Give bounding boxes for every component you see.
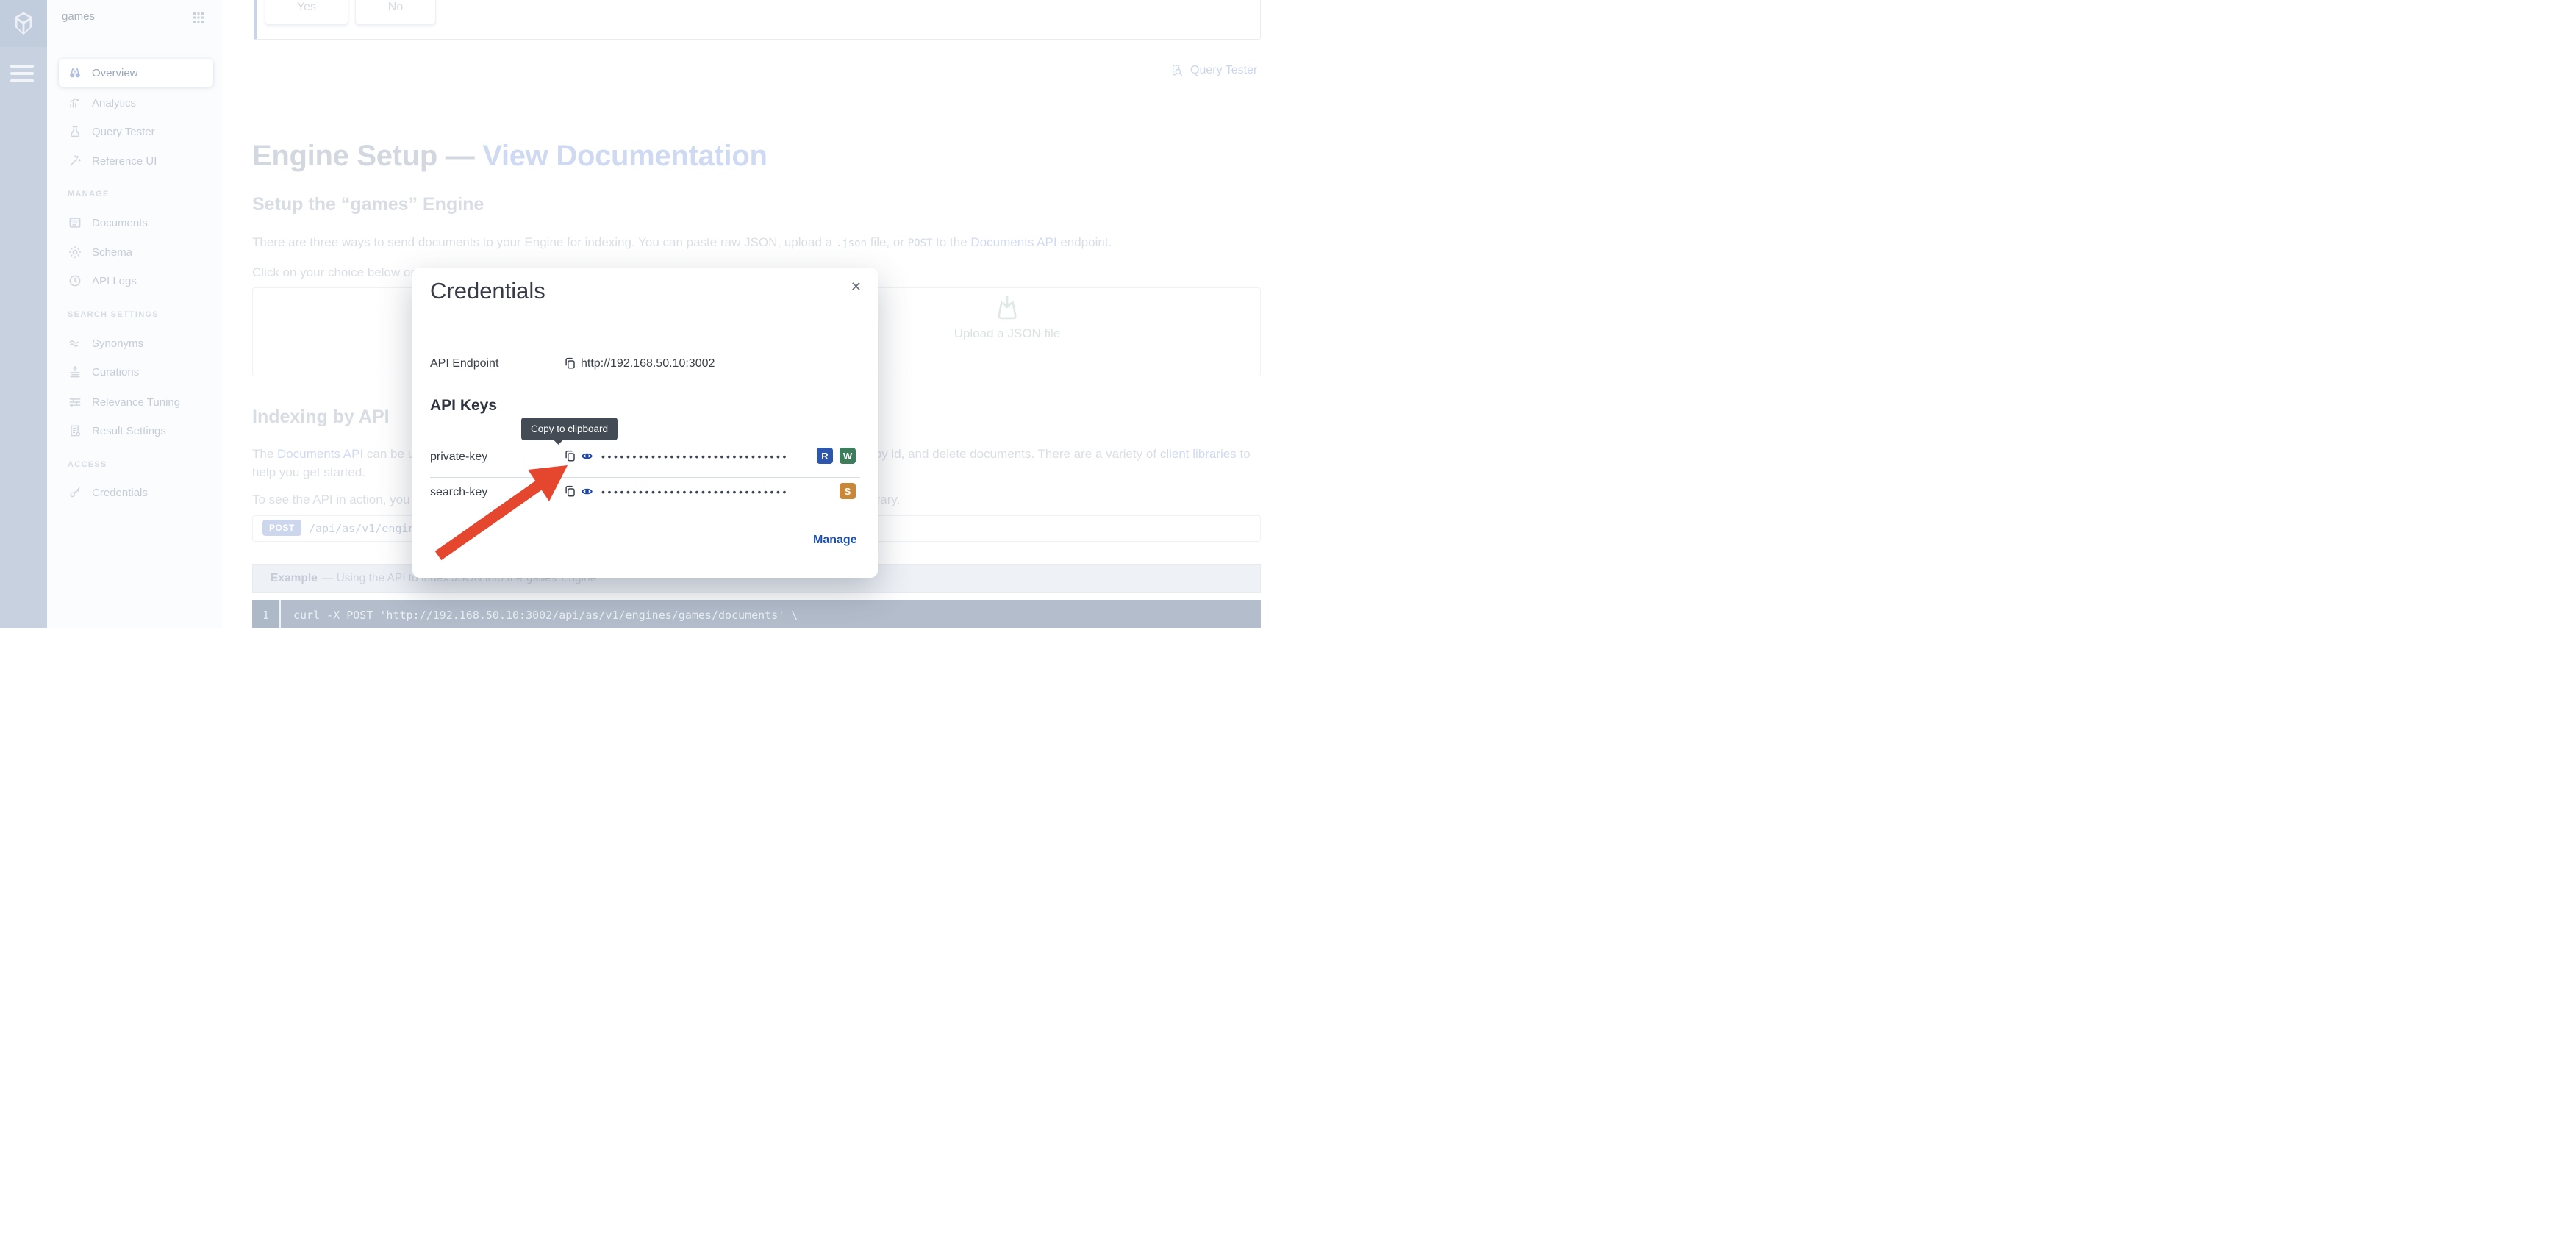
show-private-key-eye-icon[interactable] bbox=[581, 450, 593, 462]
sidebar-section-access: ACCESS bbox=[68, 460, 107, 469]
post-method-badge: POST bbox=[262, 520, 301, 536]
document-magnifier-icon bbox=[1170, 63, 1184, 77]
document-gear-icon bbox=[68, 423, 82, 438]
menu-icon[interactable] bbox=[10, 65, 34, 82]
waves-icon bbox=[68, 336, 82, 351]
write-badge: W bbox=[840, 448, 856, 464]
gear-icon bbox=[68, 245, 82, 259]
upload-json-label: Upload a JSON file bbox=[904, 326, 1110, 341]
sliders-icon bbox=[68, 395, 82, 409]
setup-heading: Setup the “games” Engine bbox=[252, 194, 484, 215]
sidebar-item-reference-ui[interactable]: Reference UI bbox=[59, 147, 213, 175]
search-key-label: search-key bbox=[430, 486, 487, 499]
api-keys-heading: API Keys bbox=[430, 397, 497, 415]
beaker-icon bbox=[68, 124, 82, 139]
upload-json-option[interactable]: Upload a JSON file bbox=[904, 296, 1110, 341]
sidebar-item-credentials[interactable]: Credentials bbox=[59, 479, 213, 506]
binoculars-icon bbox=[68, 65, 82, 80]
sidebar-item-label: Relevance Tuning bbox=[92, 396, 180, 409]
sidebar-item-result-settings[interactable]: Result Settings bbox=[59, 417, 213, 445]
sidebar-section-manage: MANAGE bbox=[68, 190, 110, 198]
copy-tooltip: Copy to clipboard bbox=[521, 418, 618, 440]
sidebar-item-relevance-tuning[interactable]: Relevance Tuning bbox=[59, 388, 213, 416]
sidebar-item-curations[interactable]: Curations bbox=[59, 358, 213, 386]
sidebar-item-label: Synonyms bbox=[92, 337, 143, 350]
sidebar-item-synonyms[interactable]: Synonyms bbox=[59, 329, 213, 357]
analytics-chart-icon bbox=[68, 96, 82, 110]
post-code: POST bbox=[908, 237, 933, 249]
client-libraries-link[interactable]: client libraries bbox=[1160, 447, 1237, 461]
sidebar-item-label: Credentials bbox=[92, 487, 148, 499]
app-window: games Overview Analytics Qu bbox=[0, 0, 1288, 628]
manage-link[interactable]: Manage bbox=[813, 534, 857, 547]
sidebar-item-query-tester[interactable]: Query Tester bbox=[59, 118, 213, 146]
yes-button[interactable]: Yes bbox=[265, 0, 348, 25]
key-icon bbox=[68, 485, 82, 500]
upload-tray-icon bbox=[993, 296, 1021, 320]
sidebar-section-search-settings: SEARCH SETTINGS bbox=[68, 310, 159, 319]
sidebar-item-label: Reference UI bbox=[92, 155, 157, 168]
clock-icon bbox=[68, 273, 82, 288]
row-divider bbox=[430, 477, 860, 478]
sidebar-item-label: Schema bbox=[92, 246, 132, 259]
sidebar-item-overview[interactable]: Overview bbox=[59, 59, 213, 87]
private-key-masked-value: •••••••••••••••••••••••••••••• bbox=[601, 451, 789, 462]
private-key-label: private-key bbox=[430, 451, 487, 464]
sidebar-item-label: Documents bbox=[92, 217, 148, 229]
indexing-heading: Indexing by API bbox=[252, 407, 390, 428]
api-endpoint-value: http://192.168.50.10:3002 bbox=[581, 357, 715, 370]
magic-wand-icon bbox=[68, 154, 82, 168]
document-list-icon bbox=[68, 215, 82, 230]
sidebar-item-label: Overview bbox=[92, 67, 138, 79]
api-endpoint-label: API Endpoint bbox=[430, 357, 498, 370]
sidebar-item-api-logs[interactable]: API Logs bbox=[59, 267, 213, 295]
no-button[interactable]: No bbox=[355, 0, 436, 25]
sort-up-icon bbox=[68, 365, 82, 379]
sidebar-item-schema[interactable]: Schema bbox=[59, 238, 213, 266]
credentials-modal: Credentials ✕ API Endpoint http://192.16… bbox=[412, 268, 878, 578]
sidebar-item-analytics[interactable]: Analytics bbox=[59, 89, 213, 117]
copy-endpoint-icon[interactable] bbox=[563, 357, 576, 370]
left-rail bbox=[0, 0, 47, 628]
query-tester-label: Query Tester bbox=[1190, 64, 1257, 77]
sidebar-item-label: API Logs bbox=[92, 275, 137, 287]
documents-api-link-2[interactable]: Documents API bbox=[277, 447, 363, 461]
sidebar-item-label: Curations bbox=[92, 366, 139, 379]
line-number: 1 bbox=[252, 600, 281, 628]
sidebar-item-label: Analytics bbox=[92, 97, 136, 110]
curl-code-block: 1 curl -X POST 'http://192.168.50.10:300… bbox=[252, 600, 1261, 628]
search-key-masked-value: •••••••••••••••••••••••••••••• bbox=[601, 486, 789, 498]
page-title: Engine Setup — View Documentation bbox=[252, 140, 768, 173]
copy-private-key-icon[interactable] bbox=[563, 449, 576, 462]
query-tester-link[interactable]: Query Tester bbox=[1170, 63, 1257, 77]
show-search-key-eye-icon[interactable] bbox=[581, 485, 593, 498]
app-logo[interactable] bbox=[0, 0, 47, 47]
search-badge: S bbox=[840, 483, 856, 499]
apps-grid-icon[interactable] bbox=[193, 12, 204, 24]
modal-title: Credentials bbox=[430, 278, 545, 304]
cube-logo-icon bbox=[10, 10, 37, 37]
close-icon[interactable]: ✕ bbox=[851, 279, 862, 295]
sidebar: games Overview Analytics Qu bbox=[47, 0, 222, 628]
copy-search-key-icon[interactable] bbox=[563, 484, 576, 498]
sidebar-item-documents[interactable]: Documents bbox=[59, 209, 213, 237]
sidebar-item-label: Result Settings bbox=[92, 425, 166, 437]
view-documentation-link[interactable]: View Documentation bbox=[482, 140, 767, 172]
read-badge: R bbox=[817, 448, 833, 464]
engine-title: games bbox=[62, 10, 95, 23]
curl-command: curl -X POST 'http://192.168.50.10:3002/… bbox=[293, 609, 798, 622]
documents-api-link[interactable]: Documents API bbox=[970, 235, 1056, 249]
json-ext-code: .json bbox=[836, 237, 867, 249]
sidebar-item-label: Query Tester bbox=[92, 126, 155, 138]
intro-paragraph: There are three ways to send documents t… bbox=[252, 233, 1261, 253]
